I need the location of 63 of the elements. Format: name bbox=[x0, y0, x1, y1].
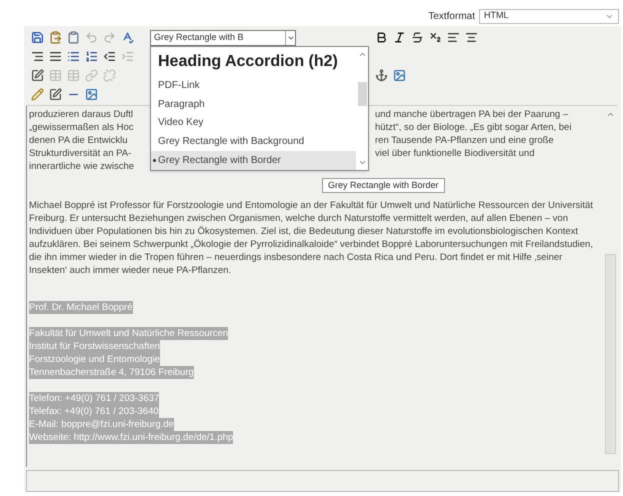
style-select[interactable]: Grey Rectangle with B bbox=[150, 30, 296, 46]
highlighted-text: E-Mail: boppre@fzi.uni-freiburg.de bbox=[29, 418, 174, 431]
redo-icon bbox=[102, 31, 116, 44]
table-icon bbox=[66, 69, 80, 82]
dropdown-option[interactable]: Paragraph bbox=[151, 94, 356, 114]
scroll-down-icon bbox=[358, 158, 366, 167]
save-icon bbox=[30, 31, 44, 44]
text-line: „gewissermaßen als Hoc bbox=[29, 121, 135, 134]
text-line: viel über funktionelle Biodiversität und bbox=[375, 147, 534, 160]
dropdown-option[interactable]: Grey Rectangle with Background bbox=[151, 132, 356, 152]
text-line: hützt“, so der Biologe. „Es gibt sogar Arten, bei bbox=[375, 121, 572, 134]
edit-icon bbox=[30, 69, 44, 82]
indent-icon bbox=[120, 50, 134, 63]
bullet-icon bbox=[153, 159, 156, 162]
anchor-icon bbox=[374, 69, 388, 82]
edit-icon bbox=[48, 88, 62, 101]
align-right-icon bbox=[30, 50, 44, 63]
highlighted-text: Forstzoologie und Entomologie bbox=[29, 353, 160, 366]
bullet-list-icon bbox=[66, 50, 80, 63]
scroll-thumb[interactable] bbox=[358, 82, 366, 106]
dropdown-option[interactable]: Video Key bbox=[151, 113, 356, 132]
highlighted-text: Telefax: +49(0) 761 / 203-3640 bbox=[29, 405, 159, 418]
image-icon bbox=[392, 69, 406, 82]
highlighted-text: Fakultät für Umwelt und Natürliche Ressourcen bbox=[29, 327, 228, 340]
dropdown-option[interactable]: PDF-Link bbox=[151, 76, 356, 95]
align-justify-icon bbox=[48, 50, 62, 63]
pencil-icon bbox=[30, 88, 44, 101]
italic-icon bbox=[392, 31, 406, 44]
spellcheck-icon bbox=[120, 31, 134, 44]
table-icon bbox=[48, 69, 62, 82]
link-icon bbox=[84, 69, 98, 82]
text-line: innerartliche wie zwische bbox=[29, 160, 136, 173]
bold-icon bbox=[374, 31, 388, 44]
numbered-list-icon bbox=[84, 50, 98, 63]
align-center-icon bbox=[464, 31, 478, 44]
text-line: denen PA die Entwicklu bbox=[29, 134, 129, 147]
unlink-icon bbox=[102, 69, 116, 82]
scroll-thumb[interactable] bbox=[605, 254, 616, 454]
scroll-up-icon bbox=[358, 50, 366, 59]
highlighted-text: Webseite: http://www.fzi.uni-freiburg.de/de/1.php bbox=[29, 431, 234, 444]
text-line: ren Tausende PA-Pflanzen und eine große bbox=[375, 134, 554, 147]
align-left-icon bbox=[446, 31, 460, 44]
highlighted-text: Telefon: +49(0) 761 / 203-3637 bbox=[29, 392, 160, 405]
clipboard-icon bbox=[66, 31, 80, 44]
undo-icon bbox=[84, 31, 98, 44]
text-line: produzieren daraus Duftl bbox=[29, 108, 134, 121]
strikethrough-icon bbox=[410, 31, 424, 44]
text-format-select[interactable]: HTML bbox=[479, 8, 619, 24]
subscript-icon bbox=[428, 31, 442, 44]
highlighted-text: Institut für Forstwissenschaften bbox=[29, 340, 160, 353]
body-paragraph: Michael Boppré ist Professor für Forstzoologie und Entomologie an der Fakultät für Umwelt und Natürliche Ressourcen der Universität Freiburg. Er untersucht Beziehungen zwischen Organismen, welche durch Naturstoffe vermittelt werden, auf allen Ebenen – von Individuen über Populationen bis hin zu Ökosystemen. Ziel ist, die Bedeutung dieser Naturstoffe im evolutionsbiologischen Kontext aufzuklären. Bei seinem Schwerpunkt „Ökologie der Pyrrolizidinalkaloide“ verbindet Boppré Laboruntersuchungen mit Freilandstudien, die ihn immer wieder in die Tropen führen – neuerdings insbesondere nach Costa Rica und Peru. Dort findet er mit Hilfe ‚seiner Insekten‘ auch immer wieder neue PA-Pflanzen. bbox=[29, 199, 594, 277]
text-line: Strukturdiversität an PA- bbox=[29, 147, 132, 160]
highlighted-text: Prof. Dr. Michael Boppré bbox=[29, 301, 132, 314]
tooltip: Grey Rectangle with Border bbox=[322, 178, 445, 193]
text-format-label: Textformat bbox=[428, 10, 475, 24]
outdent-icon bbox=[102, 50, 116, 63]
image-icon bbox=[84, 88, 98, 101]
dropdown-option[interactable]: Heading Accordion (h2) bbox=[151, 49, 356, 76]
highlighted-text: Tennenbacherstraße 4, 79106 Freiburg bbox=[29, 366, 194, 379]
text-line: und manche übertragen PA bei der Paarung – bbox=[375, 108, 568, 121]
scroll-up-icon bbox=[606, 110, 615, 119]
paste-icon bbox=[48, 31, 62, 44]
dropdown-option[interactable]: Grey Rectangle with Border bbox=[151, 151, 356, 170]
